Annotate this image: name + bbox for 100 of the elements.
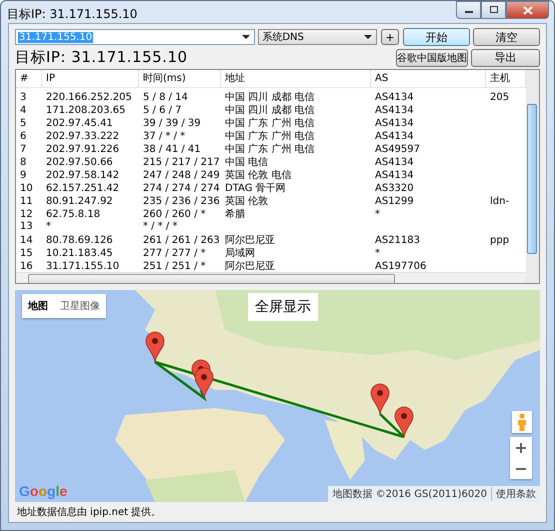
table-cell-text: 62.75.8.18: [45, 208, 102, 220]
table-cell-text: DTAG 骨干网: [224, 182, 287, 195]
add-button[interactable]: +: [381, 29, 399, 45]
table-cell-text: 局域网: [224, 246, 256, 260]
export-button[interactable]: 导出: [471, 48, 540, 66]
table-cell-text: 5 / 6 / 7: [142, 104, 183, 116]
table-cell-text: *: [45, 221, 52, 232]
target-ip-label: 目标IP: 31.171.155.10: [15, 48, 189, 67]
table-cell-text: AS4134: [374, 130, 415, 142]
table-cell-text: ppp: [489, 234, 510, 246]
table-cell-text: 80.91.247.92: [45, 196, 114, 206]
table-cell-text: 247 / 248 / 249: [142, 170, 221, 180]
table-cell-text: 37 / * / *: [142, 130, 186, 142]
table-cell-text: 62.157.251.42: [45, 182, 120, 194]
footer-text: 地址数据信息由 ipip.net 提供。: [16, 506, 162, 520]
horizontal-scrollbar[interactable]: [16, 272, 526, 283]
table-cell-text: 202.97.45.41: [45, 118, 114, 128]
column-header[interactable]: AS: [371, 70, 486, 87]
close-icon: [522, 6, 532, 14]
map-pin-icon[interactable]: [370, 384, 390, 414]
table-cell-text: 英国 伦敦: [224, 194, 270, 208]
table-cell-text: 39 / 39 / 39: [142, 118, 202, 128]
table-cell-text: AS49597: [374, 144, 421, 154]
table-cell-text: 10: [19, 182, 34, 194]
terms-link[interactable]: 使用条款: [491, 487, 536, 501]
caret-icon: [364, 34, 372, 40]
table-cell-text: 171.208.203.65: [45, 104, 127, 116]
vertical-scrollbar[interactable]: [526, 70, 539, 283]
table-cell-text: 277 / 277 / *: [142, 248, 207, 258]
table-cell-text: AS21183: [374, 234, 421, 246]
map-type-tab[interactable]: 地图: [22, 294, 54, 318]
table-cell-text: AS3320: [374, 182, 415, 194]
table-cell-text: 202.97.50.66: [45, 156, 114, 168]
map-attribution: 地图数据 ©2016 GS(2011)6020: [332, 488, 487, 501]
table-cell-text: 6: [19, 130, 28, 142]
table-cell-text: 80.78.69.126: [45, 234, 114, 246]
table-cell-text: 4: [19, 104, 28, 116]
table-cell-text: *: [374, 248, 381, 258]
table-cell-text: 5 / 8 / 14: [142, 92, 189, 102]
clear-button[interactable]: 清空: [472, 28, 540, 46]
table-cell-text: 205: [489, 92, 510, 102]
table-cell-text: 希腊: [224, 208, 246, 221]
table-cell-text: AS197706: [374, 260, 428, 272]
table-cell-text: 31.171.155.10: [45, 260, 120, 272]
table-cell-text: AS1299: [374, 196, 415, 206]
fullscreen-button[interactable]: 全屏显示: [248, 293, 318, 321]
map-pin-icon[interactable]: [146, 332, 164, 362]
table-cell-text: 9: [19, 170, 28, 180]
table-cell-text: AS4134: [374, 118, 415, 128]
table-cell-text: 220.166.252.205: [45, 92, 133, 102]
table-cell-text: *: [374, 208, 381, 220]
map-pin-icon[interactable]: [394, 406, 414, 438]
table-cell-text: 英国 伦敦 电信: [224, 168, 292, 182]
table-cell-text: 中国 广东 广州 电信: [224, 142, 316, 156]
maximize-button[interactable]: [481, 1, 506, 19]
table-cell-text: AS4134: [374, 92, 415, 102]
table-cell-text: 中国 广东 广州 电信: [224, 116, 316, 130]
minimize-button[interactable]: [456, 1, 481, 19]
table-cell-text: 10.21.183.45: [45, 248, 114, 258]
maximize-icon: [488, 6, 498, 14]
map-button[interactable]: 谷歌中国版地图: [396, 48, 468, 66]
start-button[interactable]: 开始: [402, 28, 470, 46]
table-cell-text: 235 / 236 / 236: [142, 196, 221, 206]
table-cell-text: 中国 电信: [224, 156, 270, 169]
table-cell-text: 3: [19, 92, 28, 102]
table-cell-text: ldn-: [489, 196, 510, 206]
map-pin-cluster-icon[interactable]: [192, 360, 214, 398]
zoom-in-button[interactable]: +: [510, 437, 532, 458]
column-header[interactable]: IP: [42, 70, 139, 87]
table-cell-text: 阿尔巴尼亚: [224, 260, 276, 273]
google-logo: Google: [19, 483, 68, 499]
table-cell-text: 中国 四川 成都 电信: [224, 104, 316, 117]
table-cell-text: 中国 广东 广州 电信: [224, 130, 316, 143]
table-cell-text: 12: [19, 208, 34, 220]
table-cell-text: 中国 四川 成都 电信: [224, 90, 316, 104]
table-cell-text: 15: [19, 248, 34, 258]
table-cell-text: 13: [19, 221, 34, 232]
table-cell-text: 274 / 274 / 274: [142, 182, 221, 194]
table-cell-text: AS4134: [374, 104, 415, 116]
column-header[interactable]: 地址: [221, 70, 371, 87]
close-button[interactable]: [506, 1, 549, 19]
zoom-out-button[interactable]: −: [510, 458, 532, 479]
table-cell-text: AS4134: [374, 170, 415, 180]
window-title: 目标IP: 31.171.155.10: [7, 6, 138, 23]
column-header[interactable]: 时间(ms): [139, 70, 221, 87]
column-header[interactable]: #: [16, 70, 42, 87]
table-cell-text: 16: [19, 260, 34, 272]
table-cell-text: 251 / 251 / *: [142, 260, 207, 272]
table-cell-text: AS4134: [374, 156, 415, 168]
table-cell-text: 215 / 217 / 217: [142, 156, 221, 168]
table-cell-text: 11: [19, 196, 34, 206]
table-cell-text: 8: [19, 156, 28, 168]
table-cell-text: 7: [19, 144, 28, 154]
table-cell-text: 阿尔巴尼亚: [224, 234, 276, 247]
table-cell-text: * / * / *: [142, 221, 178, 232]
map-type-tab[interactable]: 卫星图像: [54, 294, 106, 318]
table-cell-text: 202.97.58.142: [45, 170, 120, 180]
table-cell-text: 261 / 261 / 263: [142, 234, 221, 246]
dns-select[interactable]: 系统DNS: [258, 29, 378, 45]
caret-icon: [242, 34, 250, 40]
